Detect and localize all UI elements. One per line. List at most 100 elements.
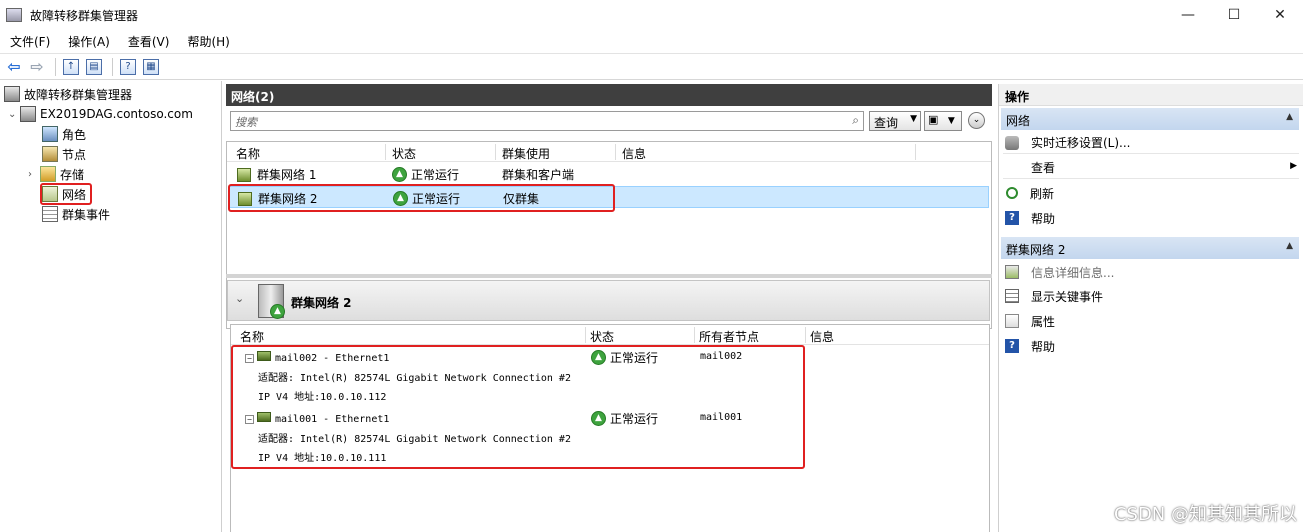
title-bar: 故障转移群集管理器 — ☐ ✕: [0, 0, 1303, 30]
blank-icon: [1005, 161, 1019, 175]
window-title: 故障转移群集管理器: [30, 8, 139, 23]
tree-item-nodes[interactable]: 节点: [42, 144, 86, 164]
pane-header: 网络(2): [226, 84, 992, 106]
folder-up-icon: ↑: [63, 58, 79, 75]
show-action-pane-button[interactable]: ▦: [141, 57, 161, 77]
column-header-status[interactable]: 状态: [590, 328, 614, 345]
column-header-usage[interactable]: 群集使用: [502, 145, 550, 162]
column-header-name[interactable]: 名称: [240, 328, 264, 345]
up-folder-button[interactable]: ↑: [61, 57, 81, 77]
expand-toggle-button[interactable]: ⌄: [968, 112, 985, 129]
action-label: 信息详细信息...: [1031, 265, 1115, 280]
highlight-box: [40, 183, 92, 205]
actions-section-network[interactable]: 网络 ▲: [1001, 108, 1299, 130]
search-input[interactable]: 搜索 ⌕: [230, 111, 864, 131]
menu-view[interactable]: 查看(V): [118, 33, 178, 50]
help-toolbar-button[interactable]: ?: [118, 57, 138, 77]
collapse-up-icon[interactable]: ▲: [1286, 241, 1293, 251]
menu-file[interactable]: 文件(F): [0, 33, 58, 50]
action-label: 属性: [1031, 314, 1056, 329]
events-icon: [42, 206, 58, 222]
action-properties[interactable]: 属性: [1003, 310, 1299, 332]
back-button[interactable]: ⇦: [4, 57, 24, 77]
action-pane-icon: ▦: [143, 58, 159, 75]
expand-collapse-icon[interactable]: ⌄: [8, 109, 20, 120]
action-label: 帮助: [1031, 211, 1056, 226]
action-live-migration[interactable]: 实时迁移设置(L)...: [1003, 132, 1299, 154]
collapse-chevron-icon[interactable]: ⌄: [235, 292, 244, 305]
close-button[interactable]: ✕: [1257, 0, 1303, 30]
forward-button[interactable]: ⇨: [27, 57, 47, 77]
tree-item-label: 节点: [62, 147, 87, 162]
roles-icon: [42, 126, 58, 142]
action-label: 显示关键事件: [1031, 289, 1104, 304]
cell-name: 群集网络 1: [237, 166, 316, 183]
action-help[interactable]: ? 帮助: [1003, 207, 1299, 229]
column-header-info[interactable]: 信息: [622, 145, 646, 162]
cell-text: 群集网络 1: [257, 168, 317, 182]
tree-cluster[interactable]: ⌄ EX2019DAG.contoso.com: [8, 104, 193, 124]
tree-item-label: 存储: [60, 167, 85, 182]
tree-root[interactable]: 故障转移群集管理器: [4, 84, 132, 104]
details-grid: 名称 状态 所有者节点 信息 − mail002 - Ethernet1 适配器:…: [230, 324, 990, 532]
column-separator[interactable]: [585, 327, 586, 343]
cell-status: ▲ 正常运行: [392, 166, 459, 183]
action-refresh[interactable]: 刷新: [1003, 182, 1299, 204]
grid-header: 名称 状态 所有者节点 信息: [231, 325, 989, 345]
column-header-status[interactable]: 状态: [392, 145, 416, 162]
action-info-details[interactable]: 信息详细信息...: [1003, 261, 1299, 283]
column-separator[interactable]: [694, 327, 695, 343]
action-critical-events[interactable]: 显示关键事件: [1003, 285, 1299, 307]
tree-item-roles[interactable]: 角色: [42, 124, 86, 144]
tree-item-label: 角色: [62, 127, 87, 142]
actions-section-cluster-network-2[interactable]: 群集网络 2 ▲: [1001, 237, 1299, 259]
tree-item-cluster-events[interactable]: 群集事件: [42, 204, 110, 224]
expand-icon[interactable]: ›: [28, 169, 40, 180]
menu-help[interactable]: 帮助(H): [177, 33, 237, 50]
search-icon[interactable]: ⌕: [852, 113, 859, 128]
table-row[interactable]: 群集网络 1 ▲ 正常运行 群集和客户端: [229, 163, 989, 185]
section-title: 网络: [1006, 114, 1031, 128]
show-tree-button[interactable]: ▤: [84, 57, 104, 77]
toolbar: ⇦ ⇨ ↑ ▤ ? ▦: [0, 53, 1303, 80]
column-header-info[interactable]: 信息: [810, 328, 834, 345]
help-icon: ?: [1005, 211, 1019, 225]
console-tree-icon: ▤: [86, 58, 102, 75]
column-separator[interactable]: [615, 144, 616, 160]
save-icon: ▣: [928, 113, 939, 126]
minimize-button[interactable]: —: [1165, 0, 1211, 30]
collapse-up-icon[interactable]: ▲: [1286, 112, 1293, 122]
back-arrow-icon: ⇦: [7, 57, 21, 76]
details-header: ⌄ ▲ 群集网络 2: [227, 280, 990, 321]
close-icon: ✕: [1274, 7, 1286, 23]
maximize-button[interactable]: ☐: [1211, 0, 1257, 30]
dropdown-arrow-icon: ▼: [947, 116, 955, 126]
highlight-box: [228, 184, 615, 212]
info-details-icon: [1005, 265, 1019, 279]
forward-arrow-icon: ⇨: [30, 57, 44, 76]
query-button[interactable]: 查询 ▼: [869, 111, 921, 131]
column-header-name[interactable]: 名称: [236, 145, 260, 162]
column-separator[interactable]: [495, 144, 496, 160]
details-title: 群集网络 2: [291, 296, 352, 310]
status-up-icon: ▲: [392, 167, 407, 182]
tree-item-storage[interactable]: › 存储: [28, 164, 84, 184]
pane-splitter[interactable]: [226, 274, 992, 278]
column-separator[interactable]: [915, 144, 916, 160]
tree-item-label: 群集事件: [62, 207, 111, 222]
navigation-tree: 故障转移群集管理器 ⌄ EX2019DAG.contoso.com 角色 节点 …: [0, 81, 222, 532]
cluster-icon: [20, 106, 36, 122]
action-label: 刷新: [1030, 186, 1055, 201]
status-up-icon: ▲: [270, 304, 285, 319]
section-title: 群集网络 2: [1006, 243, 1066, 257]
action-help-2[interactable]: ? 帮助: [1003, 335, 1299, 357]
help-icon: ?: [1005, 339, 1019, 353]
cluster-network-icon: ▲: [258, 284, 285, 319]
save-query-button[interactable]: ▣ ▼: [924, 111, 962, 131]
action-view[interactable]: 查看 ▶: [1003, 157, 1299, 179]
column-separator[interactable]: [385, 144, 386, 160]
column-header-owner[interactable]: 所有者节点: [699, 328, 759, 345]
chevron-down-icon: ⌄: [972, 115, 981, 125]
column-separator[interactable]: [805, 327, 806, 343]
menu-action[interactable]: 操作(A): [58, 33, 118, 50]
